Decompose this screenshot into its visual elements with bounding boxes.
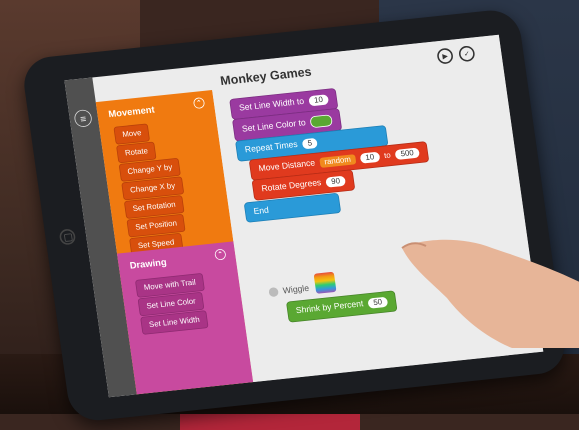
value-field[interactable]: 50 bbox=[367, 296, 389, 309]
value-field[interactable]: 500 bbox=[394, 147, 420, 161]
range-label: to bbox=[383, 151, 392, 161]
menu-icon[interactable]: ≡ bbox=[73, 109, 93, 128]
value-field[interactable]: 10 bbox=[308, 94, 330, 107]
play-icon[interactable]: ▶ bbox=[436, 47, 454, 65]
page-title: Monkey Games bbox=[219, 65, 313, 89]
drag-handle-icon[interactable] bbox=[268, 287, 279, 298]
pointing-hand bbox=[401, 239, 579, 348]
category-drawing: Drawing ⌃ Move with Trail Set Line Color… bbox=[117, 241, 254, 395]
block-wiggle[interactable]: Wiggle bbox=[268, 283, 310, 298]
tablet-device: ≡ Movement ⌃ Move Rotate Change Y by Cha… bbox=[20, 7, 569, 424]
value-field[interactable]: 5 bbox=[301, 137, 319, 150]
category-header-movement[interactable]: Movement ⌃ bbox=[96, 90, 216, 125]
mode-dropdown[interactable]: random bbox=[319, 154, 357, 168]
value-field[interactable]: 90 bbox=[325, 175, 347, 188]
tablet-frame: ≡ Movement ⌃ Move Rotate Change Y by Cha… bbox=[20, 7, 569, 424]
block-label: Rotate Degrees bbox=[260, 178, 322, 194]
block-label: Shrink by Percent bbox=[295, 299, 364, 316]
value-field[interactable]: 10 bbox=[359, 151, 381, 164]
block-shrink-by-percent[interactable]: Shrink by Percent 50 bbox=[285, 290, 398, 323]
rainbow-sprite-icon[interactable] bbox=[313, 271, 337, 294]
block-label: Move Distance bbox=[258, 158, 316, 174]
block-label: Set Line Color to bbox=[241, 118, 307, 135]
home-button-icon[interactable] bbox=[58, 228, 77, 246]
category-title: Movement bbox=[107, 103, 156, 120]
block-label: End bbox=[253, 205, 270, 217]
block-label: Set Line Width to bbox=[238, 96, 305, 113]
color-swatch[interactable] bbox=[309, 114, 333, 129]
collapse-icon[interactable]: ⌃ bbox=[192, 97, 206, 110]
category-title: Drawing bbox=[129, 256, 168, 272]
collapse-icon[interactable]: ⌃ bbox=[214, 248, 227, 261]
block-label: Repeat Times bbox=[244, 139, 299, 155]
block-label: Wiggle bbox=[282, 283, 310, 296]
check-icon[interactable]: ✓ bbox=[457, 45, 476, 63]
